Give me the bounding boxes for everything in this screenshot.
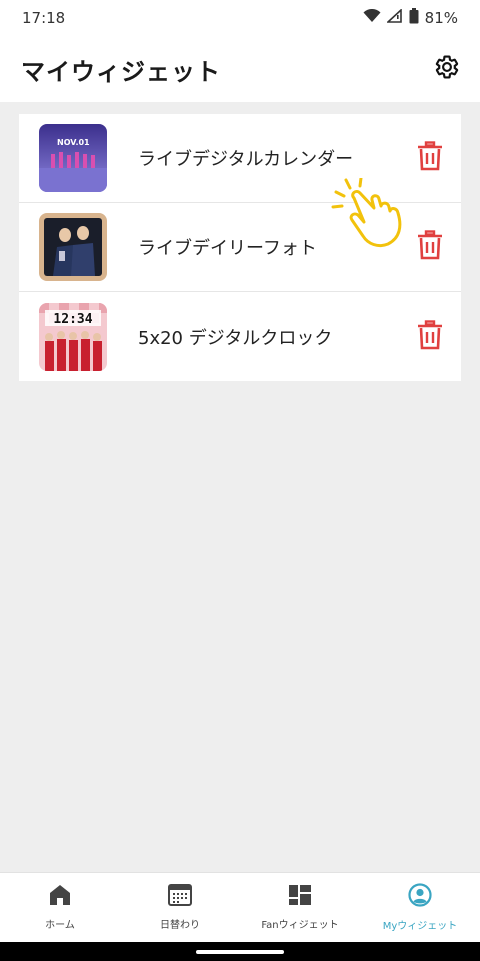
widget-row-calendar[interactable]: NOV.01 ライブデジタルカレンダー (19, 114, 461, 203)
widget-name: ライブデイリーフォト (138, 238, 317, 259)
home-gesture-handle[interactable] (196, 949, 284, 954)
trash-icon (417, 141, 443, 175)
delete-button[interactable] (415, 141, 445, 175)
widget-thumbnail-digital-clock: 12:34 (39, 302, 107, 371)
calendar-icon (168, 884, 192, 910)
wifi-icon (363, 8, 381, 27)
app-bar: マイウィジェット (0, 36, 480, 102)
widgets-icon (288, 884, 312, 910)
home-icon (49, 884, 71, 910)
gear-icon (434, 54, 460, 84)
trash-icon (417, 319, 443, 354)
widget-thumbnail-daily-photo (39, 213, 107, 281)
nav-label-daily: 日替わり (160, 920, 200, 931)
widget-row-daily-photo[interactable]: ライブデイリーフォト (19, 203, 461, 292)
nav-item-my-widget[interactable]: Myウィジェット (360, 873, 480, 942)
widget-thumbnail-calendar: NOV.01 (39, 124, 107, 192)
nav-item-fan-widget[interactable]: Fanウィジェット (240, 873, 360, 942)
nav-label-my-widget: Myウィジェット (382, 921, 458, 932)
bottom-navigation: ホーム 日替わり Fanウィジェット Myウィジェット (0, 872, 480, 942)
delete-button[interactable] (415, 319, 445, 354)
widget-name: 5x20 デジタルクロック (138, 327, 333, 349)
nav-item-daily[interactable]: 日替わり (120, 873, 240, 942)
nav-item-home[interactable]: ホーム (0, 873, 120, 942)
status-bar: 17:18 81% (0, 0, 480, 36)
nav-label-fan-widget: Fanウィジェット (261, 920, 339, 931)
status-time: 17:18 (22, 9, 66, 27)
battery-icon (409, 8, 419, 28)
signal-icon (385, 8, 403, 27)
system-gesture-bar (0, 942, 480, 961)
trash-icon (417, 230, 443, 264)
account-circle-icon (408, 883, 432, 911)
battery-percent: 81% (424, 9, 458, 27)
widget-name: ライブデジタルカレンダー (138, 149, 354, 170)
widget-row-digital-clock[interactable]: 12:34 5x20 デジタルクロック (19, 292, 461, 381)
delete-button[interactable] (415, 230, 445, 264)
thumbnail-date-text: NOV.01 (57, 138, 90, 147)
nav-label-home: ホーム (45, 920, 75, 931)
thumbnail-clock-text: 12:34 (53, 312, 92, 327)
settings-button[interactable] (432, 54, 462, 84)
page-title: マイウィジェット (21, 57, 221, 86)
widget-list: NOV.01 ライブデジタルカレンダー ライブデイリーフォト 12:34 5x2… (19, 114, 461, 381)
status-icons: 81% (363, 8, 458, 28)
